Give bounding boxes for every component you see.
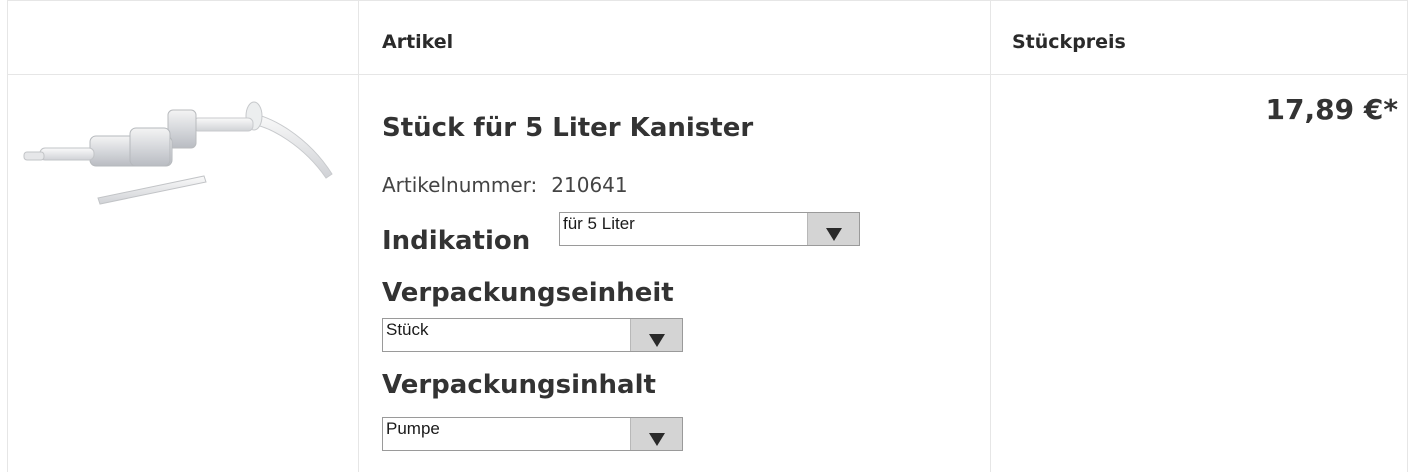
header-article: Artikel [382,31,454,53]
chevron-down-icon [649,433,665,446]
column-divider [990,1,991,472]
article-number-row: Artikelnummer: 210641 [382,173,628,197]
indikation-label: Indikation [382,226,531,256]
column-divider [358,1,359,472]
verpackungsinhalt-label: Verpackungsinhalt [382,370,656,400]
indikation-select[interactable]: für 5 Liter [559,212,860,246]
article-number-label: Artikelnummer: [382,173,538,197]
header-unit-price: Stückpreis [1012,31,1126,53]
verpackungseinheit-select-value: Stück [386,320,429,339]
header-divider [8,74,1407,75]
indikation-dropdown-button[interactable] [807,213,859,245]
chevron-down-icon [649,334,665,347]
article-number-value: 210641 [551,173,628,197]
product-title[interactable]: Stück für 5 Liter Kanister [382,113,753,143]
verpackungsinhalt-select[interactable]: Pumpe [382,417,683,451]
unit-price: 17,89 €* [1265,93,1398,126]
verpackungseinheit-dropdown-button[interactable] [630,319,682,351]
verpackungseinheit-select[interactable]: Stück [382,318,683,352]
indikation-select-value: für 5 Liter [563,214,635,233]
soap-dispenser-pump-image[interactable] [18,96,338,216]
verpackungsinhalt-dropdown-button[interactable] [630,418,682,450]
chevron-down-icon [826,228,842,241]
verpackungsinhalt-select-value: Pumpe [386,419,440,438]
verpackungseinheit-label: Verpackungseinheit [382,278,674,308]
